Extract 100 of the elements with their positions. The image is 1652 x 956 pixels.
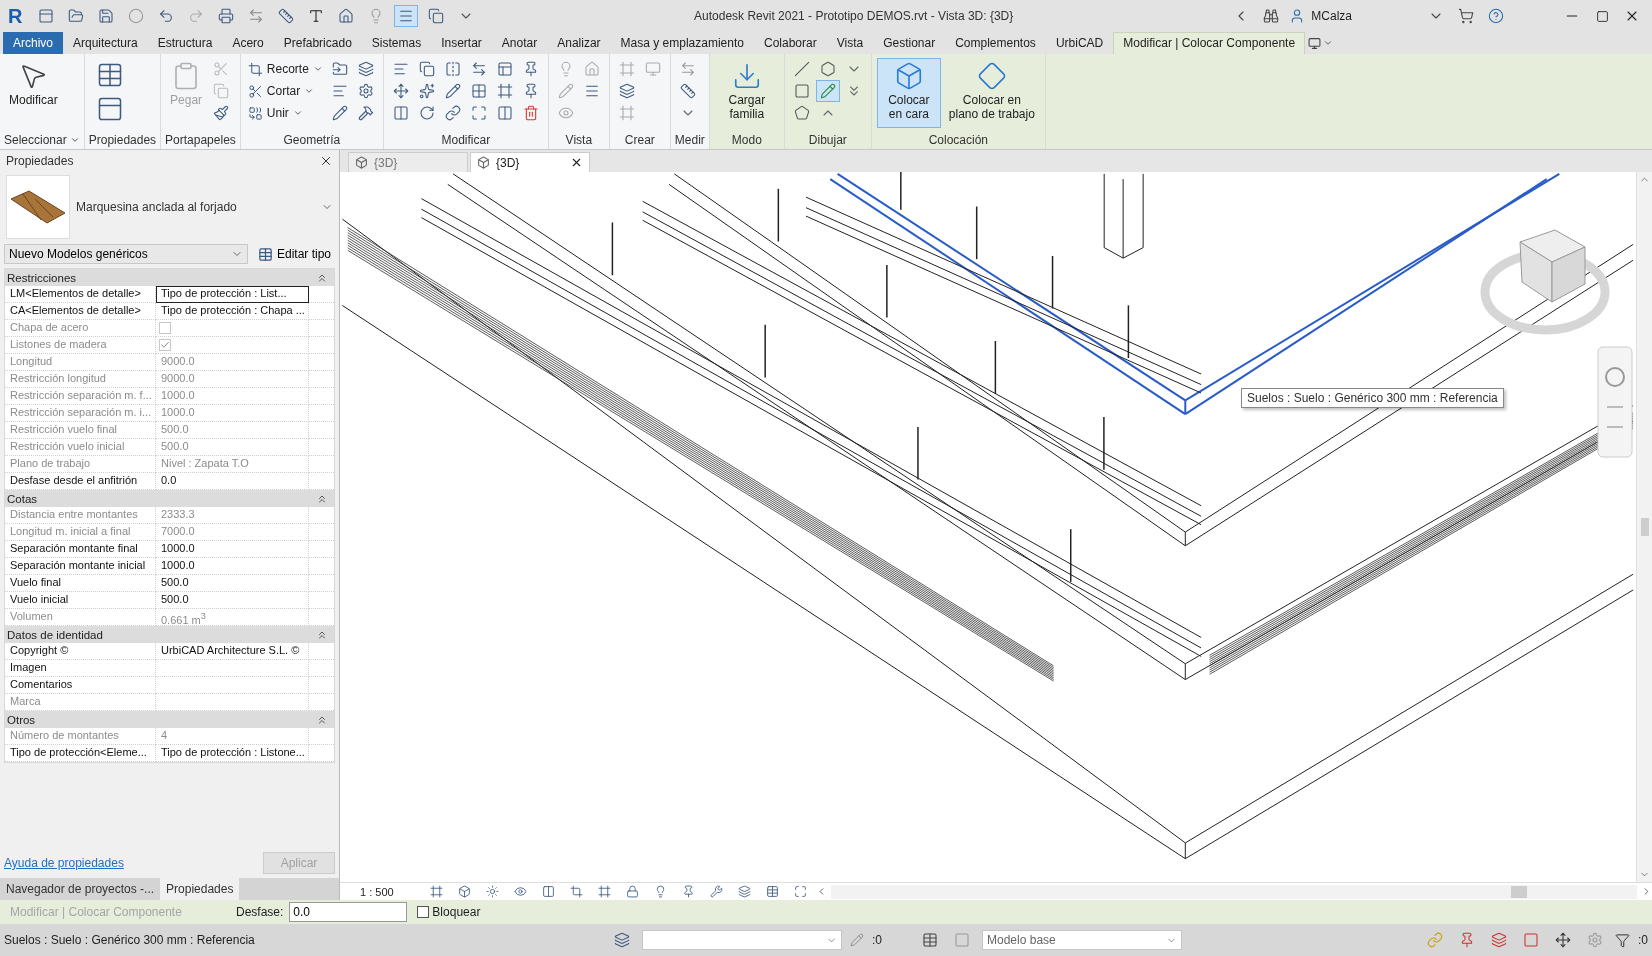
view-scale[interactable]: 1 : 500 xyxy=(360,885,420,898)
app-logo: R xyxy=(8,4,24,28)
join-icon xyxy=(247,105,263,121)
view-cube-drawing[interactable] xyxy=(1480,229,1610,335)
ribbon-button[interactable]: Cargar familia xyxy=(714,58,779,128)
user-name[interactable]: MCalza xyxy=(1311,9,1352,23)
property-name: Plano de trabajo xyxy=(5,456,156,473)
panel-label: Medir xyxy=(673,132,706,149)
crop-icon xyxy=(247,61,263,77)
property-value[interactable]: 1000.0 xyxy=(156,541,309,558)
property-value[interactable]: 1000.0 xyxy=(156,558,309,575)
property-value[interactable]: UrbiCAD Architecture S.L. © xyxy=(156,643,309,660)
ribbon-tab[interactable]: Modificar | Colocar Componente xyxy=(1113,32,1306,54)
view-tab[interactable]: {3D} xyxy=(348,152,468,172)
scissors-icon xyxy=(247,83,263,99)
property-value[interactable]: 500.0 xyxy=(156,592,309,609)
ribbon-button[interactable]: Unir xyxy=(245,102,325,124)
ribbon-tab[interactable]: Anotar xyxy=(491,32,548,54)
monitor-icon xyxy=(1308,36,1322,50)
property-name: Número de montantes xyxy=(5,728,156,745)
panel-label: Crear xyxy=(623,132,656,149)
ribbon-tab[interactable]: Arquitectura xyxy=(63,32,148,54)
scrollbar-thumb[interactable] xyxy=(1511,885,1527,898)
property-name: Separación montante inicial xyxy=(5,558,156,575)
ribbon-tab[interactable]: Masa y emplazamiento xyxy=(610,32,754,54)
group-header[interactable]: Cotas xyxy=(5,490,334,507)
property-value[interactable]: Tipo de protección : Listone... xyxy=(156,745,309,762)
tooltip: Suelos : Suelo : Genérico 300 mm : Referencia xyxy=(1241,388,1504,408)
ribbon-button[interactable]: Cortar xyxy=(245,80,325,102)
panel-label: Portapapeles xyxy=(164,132,237,149)
property-name: Comentarios xyxy=(5,677,156,694)
ribbon-tab[interactable]: Analizar xyxy=(547,32,611,54)
group-header[interactable]: Otros xyxy=(5,711,334,728)
group-header[interactable]: Datos de identidad xyxy=(5,626,334,643)
caret-icon xyxy=(312,64,323,74)
wood-plank-drawing xyxy=(10,190,66,224)
scrollbar-thumb[interactable] xyxy=(1640,518,1649,536)
filter-count: :0 xyxy=(1638,933,1648,947)
ribbon-button[interactable]: Colocar en cara xyxy=(876,58,941,128)
ribbon-tab[interactable]: UrbiCAD xyxy=(1045,32,1114,54)
diamond-icon xyxy=(976,61,1007,91)
view-tab[interactable]: {3D} xyxy=(470,152,590,172)
property-name: Distancia entre montantes xyxy=(5,507,156,524)
table-icon xyxy=(257,246,273,262)
property-name: Copyright © xyxy=(5,643,156,660)
panel-label: Modificar xyxy=(440,132,492,149)
caret-icon xyxy=(304,86,315,96)
navigation-bar-drawing[interactable] xyxy=(1597,346,1633,458)
type-name: Marquesina anclada al forjado xyxy=(76,200,238,214)
property-name: Restricción separación m. f... xyxy=(5,388,156,405)
ribbon-tab[interactable]: Gestionar xyxy=(873,32,946,54)
property-name: Restricción longitud xyxy=(5,371,156,388)
panel-label: Modo xyxy=(730,132,763,149)
close-icon[interactable] xyxy=(570,156,583,169)
panel-label: Propiedades xyxy=(87,132,158,149)
property-name: Chapa de acero xyxy=(5,320,156,337)
ribbon-button[interactable]: Modificar xyxy=(5,58,62,128)
panel-label: Dibujar xyxy=(807,132,848,149)
ribbon-tab[interactable]: Prefabricado xyxy=(273,32,362,54)
panel-label[interactable]: Seleccionar xyxy=(0,131,84,149)
property-name: Listones de madera xyxy=(5,337,156,354)
panel-title: Propiedades xyxy=(6,154,74,168)
ribbon-button[interactable]: Colocar en plano de trabajo xyxy=(943,58,1040,128)
property-name: CA<Elementos de detalle> xyxy=(5,303,156,320)
ribbon-button[interactable]: Recorte xyxy=(245,58,325,80)
caret-icon xyxy=(69,135,80,145)
property-name: Vuelo inicial xyxy=(5,592,156,609)
context-label: Modificar | Colocar Componente xyxy=(10,905,183,919)
ribbon-tab[interactable]: Archivo xyxy=(3,32,63,54)
property-value[interactable]: Tipo de protección : List... xyxy=(156,286,309,303)
ribbon-tab[interactable]: Insertar xyxy=(431,32,492,54)
group-label: Cotas xyxy=(7,492,38,505)
model-viewport[interactable]: Suelos : Suelo : Genérico 300 mm : Referencia xyxy=(340,172,1636,882)
ribbon-tab[interactable]: Vista xyxy=(826,32,874,54)
edit-type-button[interactable]: Editar tipo xyxy=(253,246,335,262)
status-message: Suelos : Suelo : Genérico 300 mm : Referencia xyxy=(4,933,256,947)
design-option-dropdown[interactable]: Modelo base xyxy=(982,930,1182,950)
property-value[interactable]: 500.0 xyxy=(156,575,309,592)
panel-label: Vista xyxy=(564,132,594,149)
offset-field[interactable]: 0.0 xyxy=(289,902,408,922)
ribbon-tab[interactable]: Colaborar xyxy=(753,32,827,54)
ribbon-tab[interactable]: Acero xyxy=(222,32,274,54)
cube-icon xyxy=(477,156,490,169)
group-header[interactable]: Restricciones xyxy=(5,269,334,286)
property-name: Restricción vuelo final xyxy=(5,422,156,439)
ribbon-tab[interactable]: Sistemas xyxy=(361,32,432,54)
property-name: Vuelo final xyxy=(5,575,156,592)
lock-checkbox[interactable]: Bloquear xyxy=(417,905,481,919)
ribbon-tab[interactable]: Complementos xyxy=(945,32,1046,54)
panel-tab[interactable]: Propiedades xyxy=(160,878,240,900)
help-link[interactable]: Ayuda de propiedades xyxy=(4,856,124,870)
property-name: Longitud m. inicial a final xyxy=(5,524,156,541)
type-selector[interactable]: Nuevo Modelos genéricos xyxy=(4,244,248,264)
ribbon-tab[interactable]: Estructura xyxy=(147,32,223,54)
property-name: Restricción separación m. i... xyxy=(5,405,156,422)
offset-label: Desfase: xyxy=(236,905,284,919)
property-name: Separación montante final xyxy=(5,541,156,558)
workset-count: :0 xyxy=(872,933,882,947)
close-icon xyxy=(319,154,333,168)
property-value[interactable]: Tipo de protección : Chapa ... xyxy=(156,303,309,320)
